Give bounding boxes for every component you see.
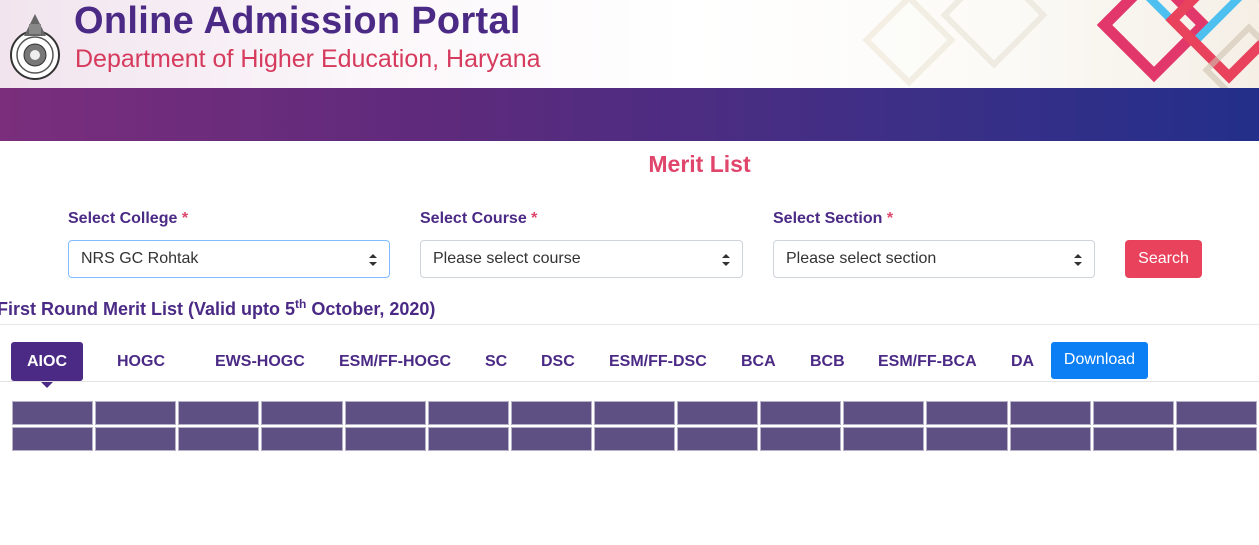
table-cell — [342, 399, 428, 427]
table-cell — [924, 399, 1010, 427]
table-cell — [1090, 399, 1176, 427]
table-cell — [758, 425, 844, 452]
college-label: Select College * — [68, 210, 188, 228]
tab-bcb[interactable]: BCB — [810, 342, 845, 381]
table-cell — [841, 425, 927, 452]
college-select-value: NRS GC Rohtak — [81, 250, 199, 267]
table-cell — [1173, 425, 1259, 452]
round-title-prefix: First Round Merit List (Valid upto 5 — [0, 299, 296, 319]
page-title: Merit List — [648, 151, 751, 177]
required-mark: * — [181, 210, 189, 227]
table-cell — [758, 399, 844, 427]
table-cell — [508, 399, 594, 427]
table-cell — [1090, 425, 1176, 452]
round-title: First Round Merit List (Valid upto 5th O… — [0, 297, 435, 320]
state-emblem-icon — [10, 14, 60, 80]
tab-ews-hogc[interactable]: EWS-HOGC — [215, 342, 305, 381]
required-mark: * — [886, 210, 894, 227]
select-arrows-icon — [722, 254, 730, 266]
portal-subtitle: Department of Higher Education, Haryana — [75, 45, 541, 73]
table-row — [10, 425, 1259, 452]
tab-esm-ff-hogc[interactable]: ESM/FF-HOGC — [339, 342, 451, 381]
table-cell — [674, 425, 761, 452]
table-cell — [1007, 399, 1093, 427]
section-select-placeholder: Please select section — [786, 250, 937, 267]
section-label: Select Section * — [773, 210, 893, 228]
table-cell — [924, 425, 1010, 452]
divider — [0, 381, 1259, 382]
tab-bca[interactable]: BCA — [741, 342, 776, 381]
merit-table — [10, 399, 1259, 452]
table-cell — [259, 399, 345, 427]
college-select[interactable]: NRS GC Rohtak — [68, 240, 390, 278]
search-button[interactable]: Search — [1125, 240, 1202, 278]
tab-aioc[interactable]: AIOC — [11, 342, 83, 388]
table-cell — [591, 399, 678, 427]
tab-dsc[interactable]: DSC — [541, 342, 575, 381]
table-cell — [591, 425, 678, 452]
round-title-sup: th — [295, 297, 307, 311]
table-cell — [425, 399, 511, 427]
course-label-text: Select Course — [420, 210, 527, 227]
download-button[interactable]: Download — [1051, 342, 1148, 379]
table-cell — [342, 425, 428, 452]
table-cell — [1007, 425, 1093, 452]
table-cell — [841, 399, 927, 427]
table-cell — [425, 425, 511, 452]
course-select[interactable]: Please select course — [420, 240, 743, 278]
tab-da[interactable]: DA — [1011, 342, 1034, 381]
table-cell — [259, 425, 345, 452]
round-title-suffix: October, 2020) — [306, 299, 436, 319]
tab-esm-ff-bca[interactable]: ESM/FF-BCA — [878, 342, 977, 381]
table-cell — [674, 399, 761, 427]
table-row — [10, 399, 1259, 427]
table-cell — [1173, 399, 1259, 427]
header-decoration — [862, 0, 1259, 88]
select-arrows-icon — [369, 254, 377, 266]
tab-esm-ff-dsc[interactable]: ESM/FF-DSC — [609, 342, 707, 381]
table-cell — [176, 425, 262, 452]
table-cell — [93, 399, 179, 427]
header-band — [0, 88, 1259, 141]
tab-hogc[interactable]: HOGC — [117, 342, 165, 381]
table-cell — [176, 399, 262, 427]
divider — [0, 324, 1259, 325]
section-select[interactable]: Please select section — [773, 240, 1095, 278]
course-label: Select Course * — [420, 210, 537, 228]
select-arrows-icon — [1074, 254, 1082, 266]
course-select-placeholder: Please select course — [433, 250, 581, 267]
table-cell — [10, 399, 96, 427]
required-mark: * — [531, 210, 538, 227]
portal-title: Online Admission Portal — [74, 0, 521, 42]
tab-sc[interactable]: SC — [485, 342, 507, 381]
table-cell — [93, 425, 179, 452]
college-label-text: Select College — [68, 210, 178, 227]
table-cell — [10, 425, 96, 452]
site-header: Online Admission Portal Department of Hi… — [0, 0, 1259, 88]
section-label-text: Select Section — [773, 210, 883, 227]
table-cell — [508, 425, 594, 452]
